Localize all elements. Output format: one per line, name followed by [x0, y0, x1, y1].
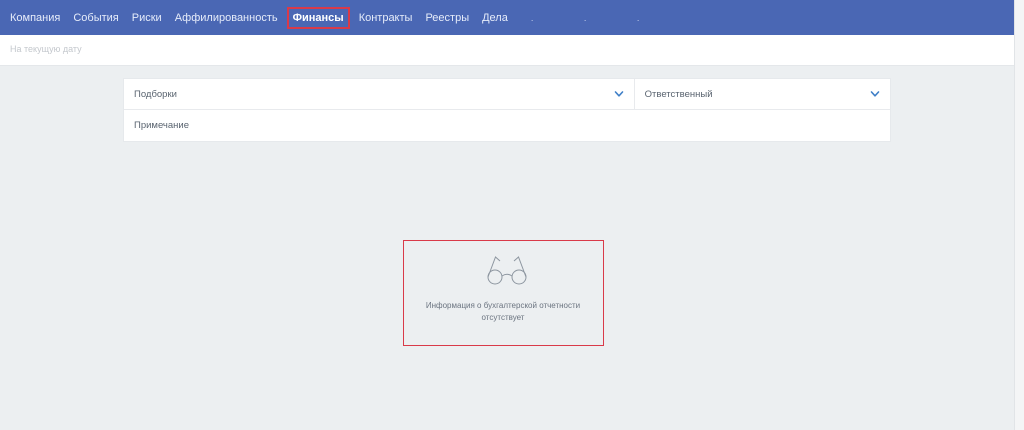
tab-affiliation[interactable]: Аффилированность: [175, 11, 278, 25]
tab-contracts[interactable]: Контракты: [359, 11, 413, 25]
top-navigation: Компания События Риски Аффилированность …: [0, 0, 1014, 39]
page-scrollbar[interactable]: [1014, 0, 1024, 430]
page: Компания События Риски Аффилированность …: [0, 0, 1024, 430]
note-label: Примечание: [134, 120, 189, 131]
empty-state-message: Информация о бухгалтерской отчетности от…: [404, 300, 602, 324]
date-bar: На текущую дату: [0, 35, 1014, 66]
empty-message-line1: Информация о бухгалтерской отчетности: [425, 301, 581, 310]
responsible-select[interactable]: Ответственный: [635, 79, 890, 110]
glasses-icon: [487, 256, 527, 285]
empty-state: Информация о бухгалтерской отчетности от…: [403, 240, 604, 346]
tab-registries[interactable]: Реестры: [425, 11, 469, 25]
empty-message-line2: отсутствует: [481, 313, 525, 322]
tab-events[interactable]: События: [73, 11, 118, 25]
chevron-down-icon: [870, 91, 880, 97]
responsible-label: Ответственный: [644, 89, 713, 100]
filter-row: Подборки Ответственный: [124, 79, 890, 110]
more-tabs-indicator[interactable]: . . .: [531, 13, 664, 23]
collections-select[interactable]: Подборки: [124, 79, 635, 110]
tab-risks[interactable]: Риски: [132, 11, 162, 25]
note-field[interactable]: Примечание: [124, 110, 890, 141]
filter-panel: Подборки Ответственный Примечание: [123, 78, 891, 142]
tab-finance[interactable]: Финансы: [286, 6, 350, 39]
date-label[interactable]: На текущую дату: [10, 44, 82, 54]
tab-company[interactable]: Компания: [10, 11, 60, 25]
tab-cases[interactable]: Дела: [482, 11, 508, 25]
collections-label: Подборки: [134, 89, 177, 100]
chevron-down-icon: [614, 91, 623, 97]
